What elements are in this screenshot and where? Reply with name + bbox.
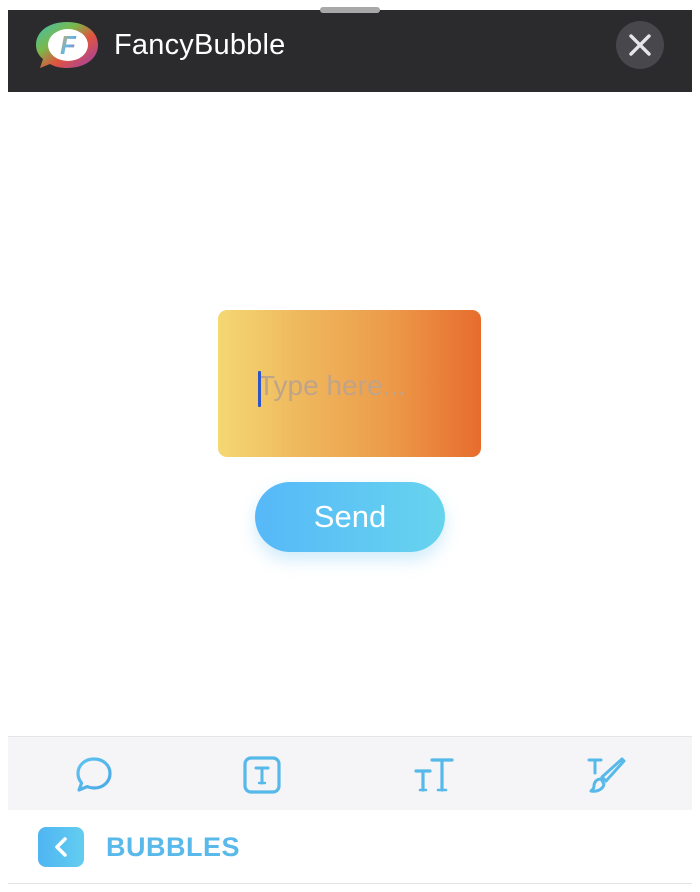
tool-text-box[interactable] xyxy=(240,753,284,797)
bottom-nav-bar: BUBBLES xyxy=(8,810,692,884)
section-title: BUBBLES xyxy=(106,832,241,862)
tool-text-size[interactable] xyxy=(412,753,456,797)
paint-brush-icon xyxy=(587,757,626,793)
back-button[interactable] xyxy=(38,827,84,867)
bubble-tools-toolbar xyxy=(8,736,692,810)
text-cursor xyxy=(258,371,261,407)
message-input[interactable] xyxy=(258,366,458,406)
app-title: FancyBubble xyxy=(114,29,286,61)
text-box-icon xyxy=(243,756,281,794)
tool-text-color[interactable] xyxy=(584,753,628,797)
bubble-preview[interactable] xyxy=(218,310,481,457)
svg-text:F: F xyxy=(60,30,77,60)
fancybubble-screen: F FancyBubble Send xyxy=(0,0,700,892)
close-icon xyxy=(629,34,651,56)
speech-bubble-icon xyxy=(76,757,112,792)
sheet-grabber-handle[interactable] xyxy=(320,7,380,13)
chevron-left-icon xyxy=(55,837,67,857)
app-logo-icon: F xyxy=(34,20,100,70)
tool-bubble-style[interactable] xyxy=(72,753,116,797)
text-size-icon xyxy=(414,758,454,792)
send-button[interactable]: Send xyxy=(255,482,445,552)
close-button[interactable] xyxy=(616,21,664,69)
app-header: F FancyBubble xyxy=(8,10,692,92)
